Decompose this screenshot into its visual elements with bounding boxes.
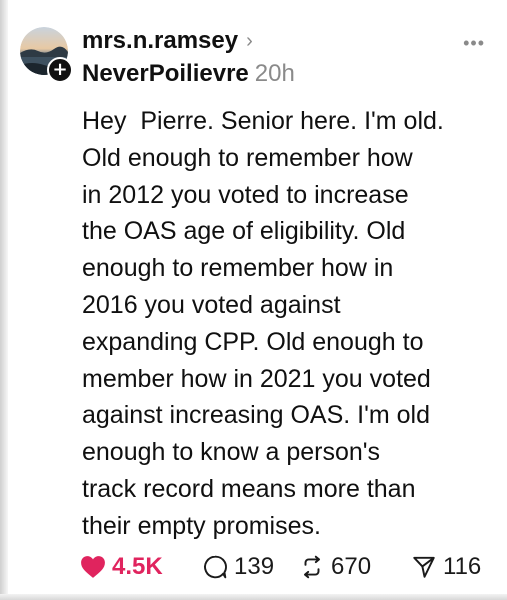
- post-body: Hey Pierre. Senior here. I'm old. Old en…: [82, 107, 444, 540]
- share-button[interactable]: 116: [411, 551, 481, 583]
- more-horizontal-icon[interactable]: •••: [463, 33, 485, 54]
- share-count: 116: [443, 553, 482, 580]
- repost-icon: [303, 555, 321, 579]
- speech-bubble-icon: [204, 555, 227, 579]
- repost-count: 670: [331, 553, 372, 580]
- post-meta: NeverPoilievre 20h: [82, 59, 295, 89]
- chevron-right-icon: ›: [246, 30, 253, 52]
- like-button[interactable]: 4.5K: [80, 551, 163, 583]
- follow-plus-icon[interactable]: +: [47, 57, 73, 83]
- thread-post: + mrs.n.ramsey › ••• NeverPoilievre 20h …: [0, 0, 507, 600]
- reply-count: 139: [234, 553, 275, 580]
- post-timestamp: 20h: [254, 60, 295, 87]
- topic-tag[interactable]: NeverPoilievre: [82, 60, 249, 88]
- author-username[interactable]: mrs.n.ramsey: [82, 27, 238, 55]
- window-bottom-edge: [0, 594, 507, 600]
- reply-button[interactable]: 139: [202, 551, 274, 583]
- heart-icon: [81, 556, 105, 578]
- send-icon: [413, 556, 435, 578]
- post-actions: 4.5K 139 670 116: [80, 551, 495, 583]
- repost-button[interactable]: 670: [299, 551, 371, 583]
- author-row: mrs.n.ramsey ›: [82, 26, 253, 56]
- author-avatar[interactable]: +: [20, 27, 73, 83]
- like-count: 4.5K: [112, 553, 163, 580]
